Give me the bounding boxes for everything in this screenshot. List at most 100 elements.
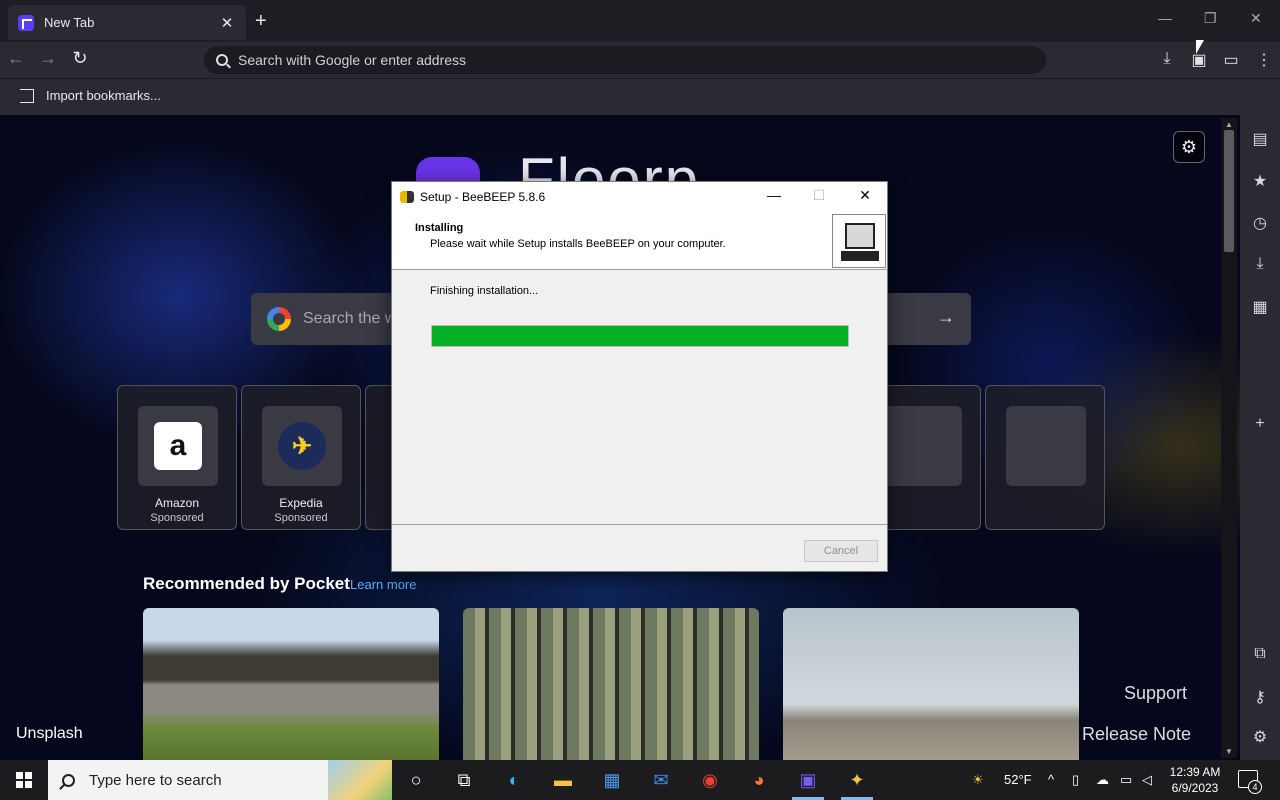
cortana-icon[interactable]: ○ — [402, 766, 430, 794]
beebeep-taskbar-icon[interactable]: ✦ — [841, 766, 873, 800]
forward-button[interactable]: → — [36, 48, 60, 69]
downloads-icon[interactable]: ⤓ — [1157, 50, 1177, 68]
volume-muted-icon[interactable]: ◁ — [1142, 760, 1152, 800]
toolbox-icon[interactable]: ▤ — [1240, 129, 1280, 149]
dialog-maximize-button: ☐ — [812, 187, 826, 203]
downloads-sidebar-icon[interactable]: ⤓ — [1240, 255, 1280, 273]
pocket-heading: Recommended by Pocket — [143, 574, 350, 593]
address-bar[interactable]: Search with Google or enter address — [204, 46, 1046, 74]
bookmarks-toolbar: Import bookmarks... — [0, 78, 1280, 115]
history-clock-icon[interactable]: ◷ — [1240, 213, 1280, 233]
import-icon — [20, 88, 34, 103]
sidebar-settings-gear-icon[interactable]: ⚙ — [1240, 727, 1280, 747]
pocket-story-card[interactable] — [783, 608, 1079, 760]
release-note-link[interactable]: Release Note — [1082, 724, 1191, 745]
import-bookmarks-label: Import bookmarks... — [46, 88, 161, 103]
window-minimize-button[interactable]: — — [1158, 10, 1172, 26]
search-go-arrow-icon[interactable]: → — [937, 307, 955, 328]
task-view-icon[interactable]: ⧉ — [450, 766, 478, 794]
page-scrollbar[interactable]: ▲ ▼ — [1221, 118, 1237, 758]
taskbar-search-icon — [62, 773, 75, 787]
dialog-minimize-button[interactable]: — — [759, 187, 789, 203]
taskbar-search-input[interactable]: Type here to search — [48, 760, 392, 800]
windows-taskbar: Type here to search ○ ⧉ ◐ ▬ ▦ ✉ ◉ ◕ ▣ ✦ … — [0, 760, 1280, 800]
dialog-step-subtitle: Please wait while Setup installs BeeBEEP… — [430, 238, 726, 250]
page-settings-gear-icon[interactable]: ⚙ — [1173, 131, 1205, 163]
scroll-thumb[interactable] — [1224, 130, 1234, 252]
scroll-up-icon[interactable]: ▲ — [1221, 120, 1237, 129]
installer-base-shape — [841, 251, 879, 261]
search-highlight-image — [328, 760, 392, 800]
mail-icon[interactable]: ✉ — [647, 766, 675, 794]
floorp-favicon-icon — [18, 14, 34, 31]
tile-sponsored-label: Sponsored — [274, 512, 328, 524]
window-restore-button[interactable]: ❐ — [1204, 10, 1217, 27]
top-site-amazon[interactable]: a Amazon Sponsored — [117, 385, 237, 530]
onedrive-cloud-icon[interactable]: ☁ — [1096, 760, 1109, 800]
notification-count-badge: 4 — [1248, 780, 1262, 794]
tile-sponsored-label: Sponsored — [150, 512, 204, 524]
scroll-down-icon[interactable]: ▼ — [1221, 747, 1237, 756]
tray-device-icon[interactable]: ▯ — [1072, 760, 1079, 800]
tray-chevron-icon[interactable]: ^ — [1048, 760, 1054, 800]
import-bookmarks-button[interactable]: Import bookmarks... — [20, 88, 161, 103]
weather-icon[interactable]: ☀ — [972, 760, 984, 800]
file-explorer-icon[interactable]: ▬ — [549, 766, 577, 794]
clock-time: 12:39 AM — [1169, 765, 1221, 779]
amazon-tile-icon-bg: a — [138, 406, 218, 486]
edge-icon[interactable]: ◐ — [500, 766, 528, 794]
taskbar-clock[interactable]: 12:39 AM 6/9/2023 — [1166, 764, 1224, 796]
notes-icon[interactable]: ▦ — [1240, 297, 1280, 317]
setup-dialog: Setup - BeeBEEP 5.8.6 — ☐ ✕ Installing P… — [391, 181, 888, 572]
pocket-story-card[interactable] — [463, 608, 759, 760]
back-button[interactable]: ← — [4, 48, 28, 69]
dialog-titlebar[interactable]: Setup - BeeBEEP 5.8.6 — ☐ ✕ — [392, 182, 887, 211]
unsplash-credit[interactable]: Unsplash — [16, 725, 83, 743]
bookmarks-star-icon[interactable]: ★ — [1240, 171, 1280, 191]
tile-name: Amazon — [154, 496, 200, 510]
chrome-icon[interactable]: ◉ — [696, 766, 724, 794]
top-site-expedia[interactable]: ✈ Expedia Sponsored — [241, 385, 361, 530]
installer-computer-icon — [832, 214, 886, 268]
windows-start-icon[interactable] — [16, 772, 32, 788]
tab-title: New Tab — [44, 15, 95, 30]
extension-sidebar-icon[interactable]: ⧉ — [1240, 645, 1280, 663]
menu-icon[interactable]: ⋮ — [1254, 50, 1274, 70]
weather-temperature[interactable]: 52°F — [1004, 760, 1032, 800]
window-close-button[interactable]: ✕ — [1250, 10, 1262, 27]
taskbar-search-placeholder: Type here to search — [89, 771, 222, 789]
install-progress-fill — [432, 326, 848, 346]
network-icon[interactable]: ▭ — [1120, 760, 1132, 800]
support-link[interactable]: Support — [1124, 683, 1187, 704]
expedia-icon: ✈ — [278, 422, 326, 470]
empty-tile-icon — [882, 406, 962, 486]
floorp-taskbar-icon[interactable]: ▣ — [792, 766, 824, 800]
microsoft-store-icon[interactable]: ▦ — [598, 766, 626, 794]
install-status-text: Finishing installation... — [430, 285, 539, 297]
new-tab-button[interactable]: + — [255, 10, 267, 32]
dialog-title: Setup - BeeBEEP 5.8.6 — [420, 189, 546, 204]
reload-button[interactable]: ↻ — [68, 48, 92, 69]
pocket-story-card[interactable] — [143, 608, 439, 760]
clock-date: 6/9/2023 — [1171, 781, 1219, 795]
expedia-tile-icon-bg: ✈ — [262, 406, 342, 486]
tab-close-icon[interactable]: ✕ — [218, 14, 236, 32]
search-icon — [216, 54, 228, 66]
dialog-step-title: Installing — [415, 222, 464, 234]
dialog-close-button[interactable]: ✕ — [850, 187, 880, 204]
pocket-learn-more-link[interactable]: Learn more — [350, 577, 416, 592]
cancel-button: Cancel — [804, 540, 878, 562]
key-icon[interactable]: ⚷ — [1240, 687, 1280, 707]
top-site-tile[interactable] — [985, 385, 1105, 530]
google-icon — [267, 307, 291, 331]
beebeep-app-icon — [400, 190, 414, 203]
navigation-toolbar: ← → ↻ Search with Google or enter addres… — [0, 42, 1280, 78]
tile-name: Expedia — [279, 496, 323, 510]
firefox-icon[interactable]: ◕ — [745, 766, 773, 794]
mouse-cursor-icon — [1196, 40, 1204, 54]
tab-new-tab[interactable]: New Tab ✕ — [8, 5, 246, 40]
install-progress-bar — [431, 325, 849, 347]
installer-screen-shape — [845, 223, 875, 249]
sidebar-toggle-icon[interactable]: ▭ — [1221, 50, 1241, 70]
add-panel-icon[interactable]: + — [1240, 415, 1280, 433]
